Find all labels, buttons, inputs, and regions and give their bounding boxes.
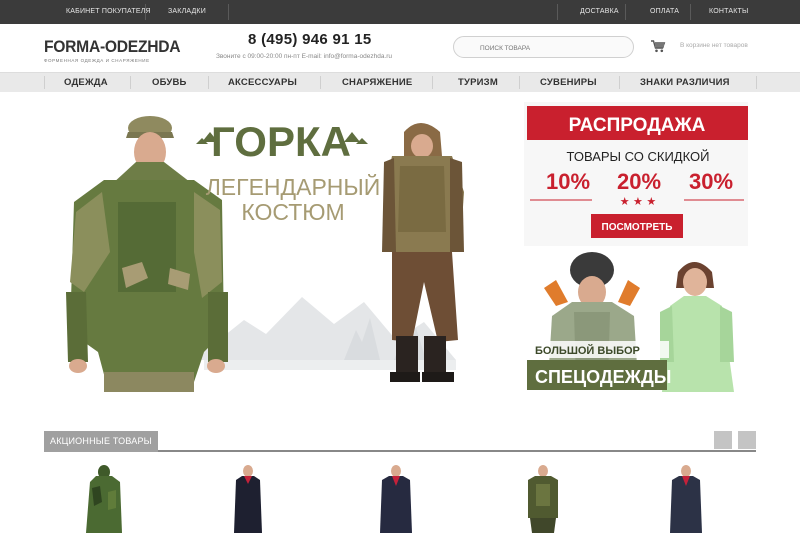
product-grey-coat[interactable] <box>666 462 706 533</box>
nav-divider <box>519 76 520 89</box>
stars-decoration: ★ ★ ★ <box>620 195 657 208</box>
gorka-banner[interactable]: ГОРКА ЛЕГЕНДАРНЫЙ КОСТЮМ <box>66 116 464 392</box>
cart-status[interactable]: В корзине нет товаров <box>680 42 748 49</box>
bookmarks-link[interactable]: Закладки <box>168 0 206 24</box>
main-nav: ОДЕЖДА ОБУВЬ АКСЕССУАРЫ СНАРЯЖЕНИЕ ТУРИЗ… <box>0 72 800 92</box>
product-navy-coat[interactable] <box>376 462 416 533</box>
search-input[interactable] <box>454 38 633 59</box>
contacts-link[interactable]: Контакты <box>709 0 748 24</box>
topbar-divider <box>145 4 146 20</box>
discount-20: 20% <box>617 169 661 194</box>
topbar-divider <box>228 4 229 20</box>
carousel-next-button[interactable] <box>738 431 756 449</box>
soldier-left-image <box>66 116 228 392</box>
sale-button-label[interactable]: ПОСМОТРЕТЬ <box>602 222 673 233</box>
logo-name: FORMA-ODEZHDA <box>44 37 181 56</box>
topbar-divider <box>625 4 626 20</box>
search-box[interactable] <box>453 36 634 59</box>
nav-item-footwear[interactable]: ОБУВЬ <box>152 73 187 92</box>
nav-item-souvenirs[interactable]: СУВЕНИРЫ <box>540 73 597 92</box>
nav-divider <box>130 76 131 89</box>
hero-banner: ГОРКА ЛЕГЕНДАРНЫЙ КОСТЮМ РАСПРОДАЖА ТОВА… <box>44 92 756 404</box>
discount-10: 10% <box>546 169 590 194</box>
nav-item-accessories[interactable]: АКСЕССУАРЫ <box>228 73 297 92</box>
sale-title: РАСПРОДАЖА <box>569 115 706 136</box>
topbar-divider <box>557 4 558 20</box>
cabinet-link[interactable]: Кабинет покупателя <box>66 0 151 24</box>
topbar-divider <box>690 4 691 20</box>
nav-divider <box>208 76 209 89</box>
cart-icon[interactable] <box>650 38 666 54</box>
nav-item-tourism[interactable]: ТУРИЗМ <box>458 73 498 92</box>
nav-divider <box>44 76 45 89</box>
delivery-link[interactable]: Доставка <box>580 0 619 24</box>
carousel-prev-button[interactable] <box>714 431 732 449</box>
sale-subtitle: ТОВАРЫ СО СКИДКОЙ <box>567 149 710 164</box>
gorka-title: ГОРКА <box>211 118 351 165</box>
logo-tagline: ФОРМЕННАЯ ОДЕЖДА И СНАРЯЖЕНИЕ <box>44 58 150 63</box>
gorka-subtitle-2: КОСТЮМ <box>241 199 344 225</box>
work-hours: Звоните с 09:00-20:00 пн-пт E-mail: info… <box>216 53 393 60</box>
promo-section-header: АКЦИОННЫЕ ТОВАРЫ <box>44 431 756 452</box>
nav-divider <box>432 76 433 89</box>
site-logo[interactable]: FORMA-ODEZHDA ФОРМЕННАЯ ОДЕЖДА И СНАРЯЖЕ… <box>44 37 192 63</box>
promo-title: АКЦИОННЫЕ ТОВАРЫ <box>44 431 158 452</box>
nav-divider <box>619 76 620 89</box>
product-dark-dress[interactable] <box>228 462 268 533</box>
workwear-banner[interactable]: БОЛЬШОЙ ВЫБОР СПЕЦОДЕЖДЫ <box>524 252 748 396</box>
product-gorka-suit[interactable] <box>522 462 564 533</box>
nav-divider <box>756 76 757 89</box>
phone-number[interactable]: 8 (495) 946 91 15 <box>248 31 372 48</box>
nav-item-insignia[interactable]: ЗНАКИ РАЗЛИЧИЯ <box>640 73 730 92</box>
top-bar: Кабинет покупателя Закладки Доставка Опл… <box>0 0 800 24</box>
workwear-line2: СПЕЦОДЕЖДЫ <box>535 367 671 387</box>
nav-item-equipment[interactable]: СНАРЯЖЕНИЕ <box>342 73 412 92</box>
workwear-line1: БОЛЬШОЙ ВЫБОР <box>535 344 640 357</box>
nav-item-clothing[interactable]: ОДЕЖДА <box>64 73 108 92</box>
gorka-subtitle-1: ЛЕГЕНДАРНЫЙ <box>206 173 381 200</box>
site-header: FORMA-ODEZHDA ФОРМЕННАЯ ОДЕЖДА И СНАРЯЖЕ… <box>0 24 800 72</box>
discount-30: 30% <box>689 169 733 194</box>
payment-link[interactable]: Оплата <box>650 0 679 24</box>
product-camo-suit[interactable] <box>82 462 128 533</box>
sale-banner[interactable]: РАСПРОДАЖА ТОВАРЫ СО СКИДКОЙ 10% 20% 30%… <box>524 102 748 246</box>
nav-divider <box>320 76 321 89</box>
